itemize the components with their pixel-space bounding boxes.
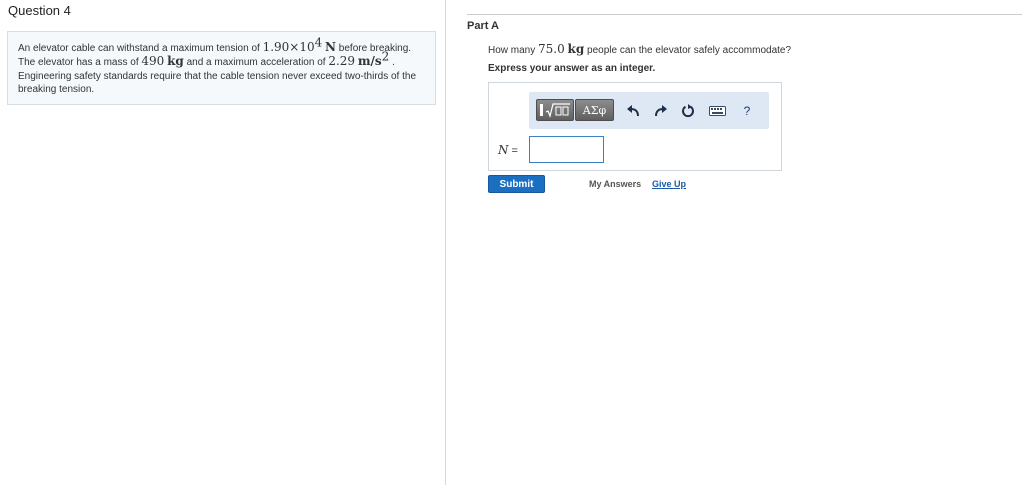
symbols-button[interactable]: ΑΣφ — [575, 99, 614, 121]
answer-equals: = — [508, 145, 518, 157]
part-divider — [467, 14, 1022, 15]
my-answers-link[interactable]: My Answers — [589, 179, 641, 189]
undo-button[interactable] — [621, 92, 645, 129]
acceleration-value: 2.29 — [328, 54, 356, 69]
question-title: Question 4 — [8, 3, 71, 18]
templates-button[interactable] — [536, 99, 574, 121]
tension-value: 1.90×10 — [262, 40, 315, 54]
answer-instruction: Express your answer as an integer. — [488, 63, 656, 74]
people-mass-unit: kg — [567, 42, 585, 56]
reset-icon — [682, 103, 694, 117]
mass-value: 490 — [141, 54, 165, 69]
help-button[interactable]: ? — [735, 92, 759, 129]
part-question-post: people can the elevator safely accommoda… — [584, 45, 792, 56]
undo-icon — [627, 104, 639, 116]
part-question-pre: How many — [488, 45, 539, 56]
mass-unit: kg — [167, 54, 184, 69]
problem-statement: An elevator cable can withstand a maximu… — [7, 31, 436, 105]
acceleration-unit: m/s — [357, 54, 382, 69]
math-toolbar: ΑΣφ ? — [529, 92, 769, 129]
sqrt-template-icon — [545, 102, 570, 118]
answer-box: ΑΣφ ? N = — [488, 82, 782, 171]
part-title: Part A — [467, 20, 499, 32]
reset-button[interactable] — [676, 92, 700, 129]
problem-text-1: An elevator cable can withstand a maximu… — [18, 43, 263, 54]
answer-input[interactable] — [529, 136, 604, 163]
people-mass-value: 75.0 — [538, 42, 565, 56]
part-question: How many 75.0 kg people can the elevator… — [488, 42, 791, 56]
keyboard-button[interactable] — [703, 92, 731, 129]
answer-label: N = — [498, 143, 518, 157]
problem-text-3: and a maximum acceleration of — [183, 57, 329, 69]
tension-unit: N — [325, 40, 337, 54]
tension-exponent: 4 — [314, 35, 323, 50]
question-pane: Question 4 An elevator cable can withsta… — [0, 0, 446, 485]
keyboard-icon — [708, 105, 726, 116]
redo-icon — [655, 104, 667, 116]
give-up-link[interactable]: Give Up — [652, 179, 686, 189]
answer-variable: N — [498, 143, 509, 157]
submit-button[interactable]: Submit — [488, 175, 545, 193]
redo-button[interactable] — [649, 92, 673, 129]
part-pane: Part A How many 75.0 kg people can the e… — [447, 0, 1024, 485]
template-block-icon — [539, 104, 543, 116]
